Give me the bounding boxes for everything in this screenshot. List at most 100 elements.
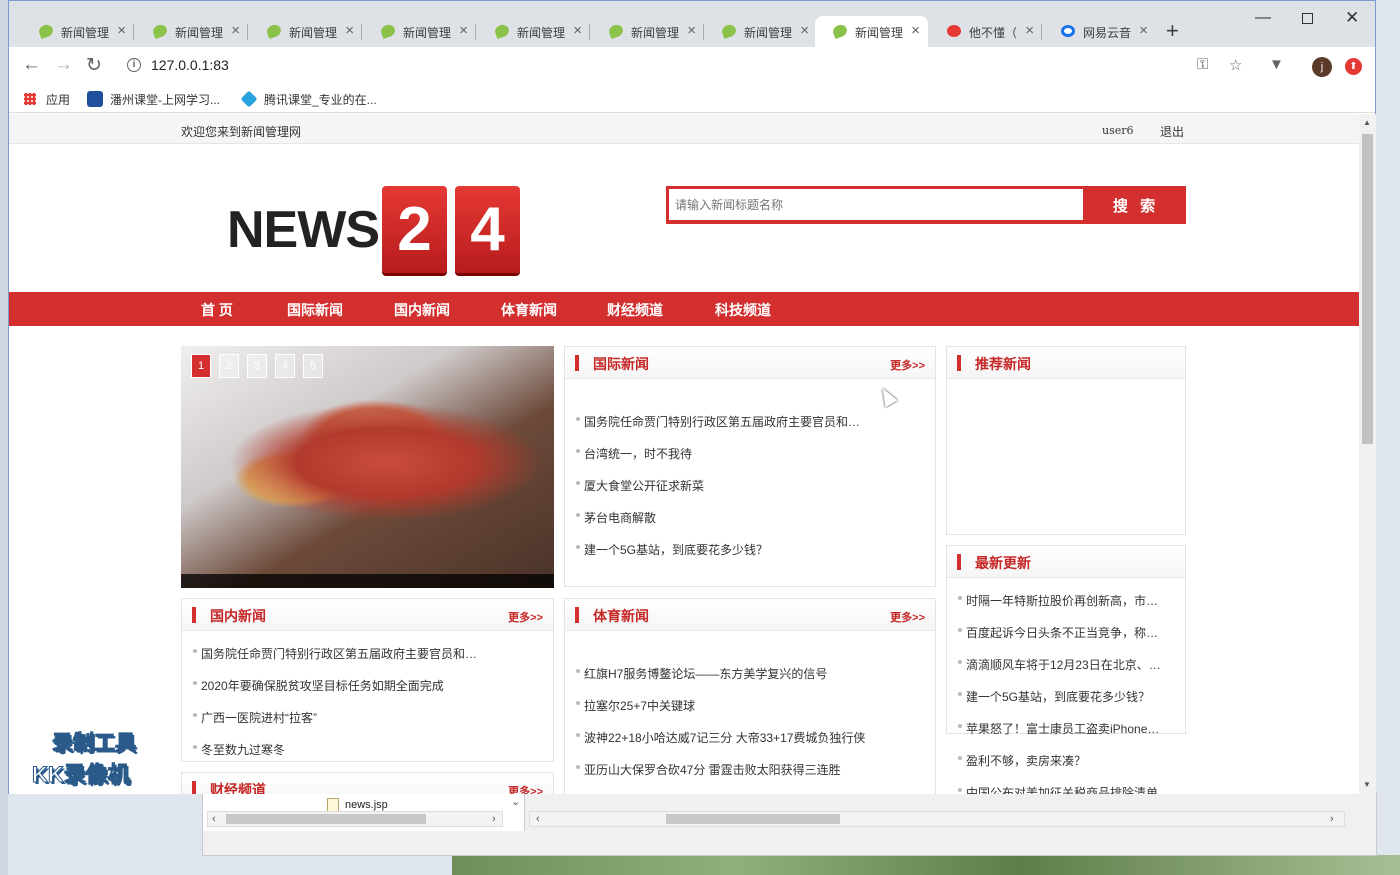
bookmark-item[interactable]: 潘州课堂-上网学习... bbox=[110, 91, 220, 108]
browser-tab[interactable]: 新闻管理 × bbox=[135, 16, 248, 47]
news-item[interactable]: 波神22+18小哈达威7记三分 大帝33+17费城负独行侠 bbox=[575, 729, 920, 761]
news-item[interactable]: 广西一医院进村“拉客” bbox=[192, 709, 492, 741]
editor-horizontal-scrollbar[interactable]: ‹ › bbox=[529, 811, 1345, 827]
minimize-icon[interactable]: — bbox=[1255, 9, 1271, 27]
browser-tab[interactable]: 新闻管理 × bbox=[249, 16, 362, 47]
close-icon[interactable]: × bbox=[345, 22, 354, 39]
maximize-icon[interactable] bbox=[1302, 13, 1313, 24]
close-icon[interactable]: × bbox=[231, 22, 240, 39]
browser-tab[interactable]: 新闻管理 × bbox=[21, 16, 134, 47]
news-item[interactable]: 国务院任命贾门特别行政区第五届政府主要官员和… bbox=[575, 413, 875, 445]
slider-dot[interactable]: 4 bbox=[275, 354, 295, 378]
browser-tab[interactable]: 网易云音 × bbox=[1043, 16, 1156, 47]
more-link[interactable]: 更多>> bbox=[890, 609, 925, 625]
extension-v-icon[interactable]: ▼ bbox=[1269, 56, 1284, 73]
slider-dot[interactable]: 1 bbox=[191, 354, 211, 378]
search-input[interactable] bbox=[669, 189, 1083, 220]
nav-finance[interactable]: 财经频道 bbox=[607, 300, 663, 320]
star-icon[interactable]: ☆ bbox=[1229, 56, 1242, 74]
avatar[interactable]: j bbox=[1312, 57, 1332, 77]
page-vertical-scrollbar[interactable]: ▲ ▼ bbox=[1359, 114, 1376, 794]
box-header: 最新更新 bbox=[947, 546, 1185, 578]
bookmark-apps[interactable]: 应用 bbox=[46, 91, 70, 108]
news-item[interactable]: 中国公布对美加征关税商品排除清单 bbox=[957, 784, 1162, 794]
scrollbar-thumb[interactable] bbox=[1362, 134, 1373, 444]
browser-tab[interactable]: 新闻管理 × bbox=[591, 16, 704, 47]
news-item[interactable]: 台湾统一，时不我待 bbox=[575, 445, 875, 477]
scrollbar-thumb[interactable] bbox=[226, 814, 426, 824]
more-link[interactable]: 更多>> bbox=[890, 357, 925, 373]
logo-digit: 2 bbox=[382, 186, 447, 273]
chevron-down-icon[interactable]: ⌄ bbox=[511, 795, 520, 809]
news-list: 时隔一年特斯拉股价再创新高，市… 百度起诉今日头条不正当竞争，称… 滴滴顺风车将… bbox=[957, 592, 1162, 794]
news-item[interactable]: 滴滴顺风车将于12月23日在北京、… bbox=[957, 656, 1162, 688]
news-item[interactable]: 拉塞尔25+7中关键球 bbox=[575, 697, 920, 729]
nav-domestic[interactable]: 国内新闻 bbox=[394, 300, 450, 320]
logout-link[interactable]: 退出 bbox=[1160, 123, 1184, 140]
more-link[interactable]: 更多>> bbox=[508, 609, 543, 625]
scroll-right-icon[interactable]: › bbox=[492, 812, 496, 826]
news-item[interactable]: 国务院任命贾门特别行政区第五届政府主要官员和… bbox=[192, 645, 492, 677]
search-button[interactable]: 搜 索 bbox=[1086, 186, 1186, 224]
scroll-right-icon[interactable]: › bbox=[1330, 812, 1334, 826]
news-item[interactable]: 茅台电商解散 bbox=[575, 509, 875, 541]
leaf-icon bbox=[831, 22, 849, 40]
close-icon[interactable]: × bbox=[911, 22, 920, 39]
close-icon[interactable]: × bbox=[573, 22, 582, 39]
address-bar[interactable]: 127.0.0.1:83 bbox=[151, 57, 229, 73]
slider-dot[interactable]: 5 bbox=[303, 354, 323, 378]
scroll-up-icon[interactable]: ▲ bbox=[1363, 118, 1371, 127]
close-icon[interactable]: × bbox=[1025, 22, 1034, 39]
back-icon[interactable]: ← bbox=[22, 54, 41, 76]
slider-dot[interactable]: 3 bbox=[247, 354, 267, 378]
news-item[interactable]: 建一个5G基站，到底要花多少钱？ bbox=[575, 541, 875, 573]
news-item[interactable]: 盈利不够，卖房来凑？ bbox=[957, 752, 1162, 784]
browser-tab[interactable]: 他不懂（ × bbox=[929, 16, 1042, 47]
browser-tab[interactable]: 新闻管理 × bbox=[477, 16, 590, 47]
nav-sports[interactable]: 体育新闻 bbox=[501, 300, 557, 320]
more-link[interactable]: 更多>> bbox=[508, 783, 543, 794]
bookmark-item[interactable]: 腾讯课堂_专业的在... bbox=[264, 91, 377, 108]
box-title: 国内新闻 bbox=[210, 608, 266, 624]
image-slider[interactable]: 1 2 3 4 5 bbox=[181, 346, 554, 588]
key-icon[interactable]: ⚿ bbox=[1197, 56, 1208, 73]
news-item[interactable]: 厦大食堂公开征求新菜 bbox=[575, 477, 875, 509]
browser-tab[interactable]: 新闻管理 × bbox=[704, 16, 817, 47]
nav-home[interactable]: 首 页 bbox=[201, 300, 233, 320]
news-item[interactable]: 冬至数九过寒冬 bbox=[192, 741, 492, 773]
news-item[interactable]: 红旗H7服务博鳌论坛——东方美学复兴的信号 bbox=[575, 665, 920, 697]
forward-icon[interactable]: → bbox=[54, 54, 73, 76]
browser-tab-active[interactable]: 新闻管理 × bbox=[815, 16, 928, 47]
browser-tab[interactable]: 新闻管理 × bbox=[363, 16, 476, 47]
close-icon[interactable]: × bbox=[1139, 22, 1148, 39]
close-window-icon[interactable]: ✕ bbox=[1345, 8, 1359, 28]
scroll-left-icon[interactable]: ‹ bbox=[536, 812, 540, 826]
news-item[interactable]: 亚历山大保罗合砍47分 雷霆击败太阳获得三连胜 bbox=[575, 761, 920, 793]
reload-icon[interactable]: ↻ bbox=[86, 54, 102, 77]
close-icon[interactable]: × bbox=[459, 22, 468, 39]
nav-tech[interactable]: 科技频道 bbox=[715, 300, 771, 320]
jsp-file-icon bbox=[327, 798, 339, 812]
news-item[interactable]: 时隔一年特斯拉股价再创新高，市… bbox=[957, 592, 1162, 624]
nav-international[interactable]: 国际新闻 bbox=[287, 300, 343, 320]
scrollbar-thumb[interactable] bbox=[666, 814, 840, 824]
slider-dot[interactable]: 2 bbox=[219, 354, 239, 378]
close-icon[interactable]: × bbox=[687, 22, 696, 39]
close-icon[interactable]: × bbox=[117, 22, 126, 39]
news-item[interactable]: 百度起诉今日头条不正当竞争，称… bbox=[957, 624, 1162, 656]
ide-horizontal-scrollbar[interactable]: ‹ › bbox=[207, 811, 503, 827]
scroll-down-icon[interactable]: ▼ bbox=[1363, 780, 1371, 789]
info-icon[interactable]: i bbox=[127, 58, 141, 72]
slide-image[interactable] bbox=[181, 346, 554, 588]
ide-file-name: news.jsp bbox=[345, 799, 388, 811]
new-tab-button[interactable]: + bbox=[1166, 18, 1179, 44]
apps-grid-icon[interactable] bbox=[24, 93, 36, 105]
news-item[interactable]: 2020年要确保脱贫攻坚目标任务如期全面完成 bbox=[192, 677, 492, 709]
news-item[interactable]: 苹果怒了！富士康员工盗卖iPhone… bbox=[957, 720, 1162, 752]
close-icon[interactable]: × bbox=[800, 22, 809, 39]
scroll-left-icon[interactable]: ‹ bbox=[212, 812, 216, 826]
news-item[interactable]: 建一个5G基站，到底要花多少钱？ bbox=[957, 688, 1162, 720]
ide-file-tab[interactable]: news.jsp ⌄ ‹ › bbox=[203, 793, 525, 831]
latest-news-box: 最新更新 时隔一年特斯拉股价再创新高，市… 百度起诉今日头条不正当竞争，称… 滴… bbox=[946, 545, 1186, 794]
extension-icon[interactable]: ⬆ bbox=[1345, 58, 1362, 75]
